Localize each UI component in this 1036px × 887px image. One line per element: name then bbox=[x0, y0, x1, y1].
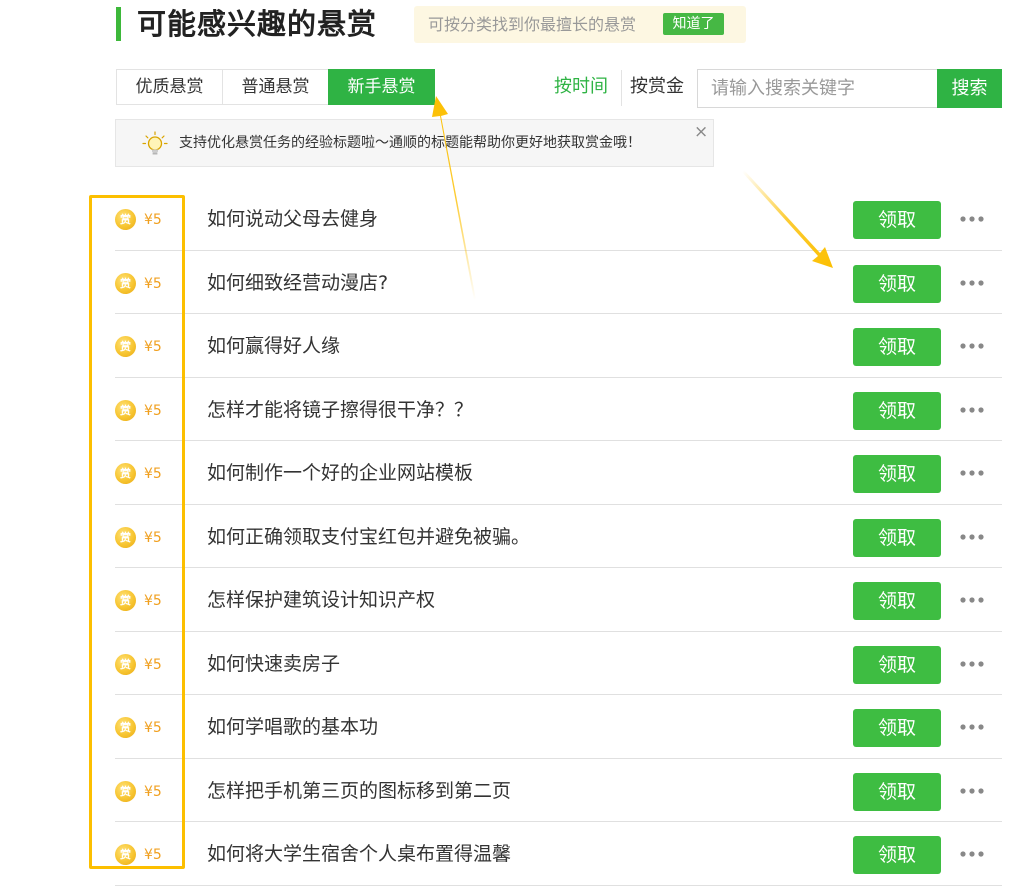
claim-button[interactable]: 领取 bbox=[853, 836, 941, 874]
coin-icon: 赏 bbox=[115, 463, 136, 484]
more-icon[interactable] bbox=[958, 273, 986, 293]
claim-button[interactable]: 领取 bbox=[853, 582, 941, 620]
search-button[interactable]: 搜索 bbox=[937, 69, 1002, 108]
tab-quality-bounty[interactable]: 优质悬赏 bbox=[116, 69, 223, 105]
hint-banner: 可按分类找到你最擅长的悬赏 知道了 bbox=[414, 6, 746, 43]
list-item: 赏 ¥5 如何学唱歌的基本功 领取 bbox=[115, 695, 1002, 759]
bounty-amount: ¥5 bbox=[144, 402, 162, 419]
lightbulb-icon bbox=[142, 131, 168, 155]
coin-icon: 赏 bbox=[115, 526, 136, 548]
bounty-amount: ¥5 bbox=[144, 720, 162, 736]
hint-text: 可按分类找到你最擅长的悬赏 bbox=[428, 15, 637, 34]
bounty-title[interactable]: 如何说动父母去健身 bbox=[207, 206, 378, 232]
coin-icon: 赏 bbox=[115, 780, 136, 802]
list-item: 赏 ¥5 怎样才能将镜子擦得很干净？？ 领取 bbox=[115, 378, 1002, 441]
claim-button[interactable]: 领取 bbox=[853, 264, 941, 303]
bounty-title[interactable]: 如何赢得好人缘 bbox=[207, 333, 340, 359]
more-icon[interactable] bbox=[958, 209, 986, 229]
claim-button[interactable]: 领取 bbox=[853, 518, 941, 557]
more-icon[interactable] bbox=[958, 527, 986, 547]
bounty-title[interactable]: 怎样保护建筑设计知识产权 bbox=[207, 587, 435, 613]
bounty-title[interactable]: 如何细致经营动漫店? bbox=[207, 270, 388, 296]
notice-banner: 支持优化悬赏任务的经验标题啦～通顺的标题能帮助你更好地获取赏金哦！ × bbox=[115, 119, 714, 167]
coin-icon: 赏 bbox=[115, 653, 136, 675]
bounty-title[interactable]: 如何制作一个好的企业网站模板 bbox=[207, 460, 473, 486]
list-item: 赏 ¥5 怎样保护建筑设计知识产权 领取 bbox=[115, 568, 1002, 632]
bounty-amount: ¥5 bbox=[144, 212, 162, 228]
bounty-amount: ¥5 bbox=[144, 466, 162, 482]
more-icon[interactable] bbox=[958, 781, 986, 801]
got-it-button[interactable]: 知道了 bbox=[663, 13, 724, 35]
search-input[interactable] bbox=[697, 69, 938, 108]
list-item: 赏 ¥5 如何制作一个好的企业网站模板 领取 bbox=[115, 441, 1002, 505]
claim-button[interactable]: 领取 bbox=[853, 201, 941, 239]
sort-by-time[interactable]: 按时间 bbox=[554, 75, 608, 99]
list-item: 赏 ¥5 如何将大学生宿舍个人桌布置得温馨 领取 bbox=[115, 822, 1002, 886]
claim-button[interactable]: 领取 bbox=[853, 391, 941, 430]
tab-newbie-bounty[interactable]: 新手悬赏 bbox=[328, 69, 435, 105]
list-item: 赏 ¥5 如何快速卖房子 领取 bbox=[115, 632, 1002, 695]
bounty-list: 赏 ¥5 如何说动父母去健身 领取 赏 ¥5 如何细致经营动漫店? 领取 赏 ¥… bbox=[115, 187, 1002, 886]
page-title: 可能感兴趣的悬赏 bbox=[137, 7, 378, 41]
more-icon[interactable] bbox=[958, 844, 986, 864]
more-icon[interactable] bbox=[958, 400, 986, 420]
coin-icon: 赏 bbox=[115, 209, 136, 230]
coin-icon: 赏 bbox=[115, 336, 136, 357]
bounty-amount: ¥5 bbox=[144, 847, 162, 863]
more-icon[interactable] bbox=[958, 463, 986, 483]
close-icon[interactable]: × bbox=[694, 122, 708, 142]
coin-icon: 赏 bbox=[115, 272, 136, 294]
coin-icon: 赏 bbox=[115, 844, 136, 865]
more-icon[interactable] bbox=[958, 717, 986, 737]
bounty-tabs: 优质悬赏 普通悬赏 新手悬赏 bbox=[116, 69, 435, 105]
list-item: 赏 ¥5 如何说动父母去健身 领取 bbox=[115, 187, 1002, 251]
claim-button[interactable]: 领取 bbox=[853, 772, 941, 811]
claim-button[interactable]: 领取 bbox=[853, 328, 941, 366]
more-icon[interactable] bbox=[958, 590, 986, 610]
bounty-title[interactable]: 怎样才能将镜子擦得很干净？？ bbox=[207, 397, 473, 423]
list-item: 赏 ¥5 如何细致经营动漫店? 领取 bbox=[115, 251, 1002, 314]
bounty-title[interactable]: 如何正确领取支付宝红包并避免被骗。 bbox=[207, 524, 530, 550]
bounty-amount: ¥5 bbox=[144, 783, 162, 800]
notice-text: 支持优化悬赏任务的经验标题啦～通顺的标题能帮助你更好地获取赏金哦！ bbox=[179, 135, 641, 151]
bounty-title[interactable]: 如何快速卖房子 bbox=[207, 651, 340, 677]
more-icon[interactable] bbox=[958, 654, 986, 674]
list-item: 赏 ¥5 如何正确领取支付宝红包并避免被骗。 领取 bbox=[115, 505, 1002, 568]
more-icon[interactable] bbox=[958, 336, 986, 356]
bounty-title[interactable]: 如何将大学生宿舍个人桌布置得温馨 bbox=[207, 841, 511, 867]
tab-normal-bounty[interactable]: 普通悬赏 bbox=[222, 69, 329, 105]
title-accent-bar bbox=[116, 7, 121, 41]
sort-by-bounty[interactable]: 按赏金 bbox=[630, 75, 684, 99]
list-item: 赏 ¥5 如何赢得好人缘 领取 bbox=[115, 314, 1002, 378]
sort-divider bbox=[621, 70, 622, 106]
claim-button[interactable]: 领取 bbox=[853, 455, 941, 493]
bounty-title[interactable]: 如何学唱歌的基本功 bbox=[207, 714, 378, 740]
bounty-amount: ¥5 bbox=[144, 339, 162, 355]
coin-icon: 赏 bbox=[115, 717, 136, 738]
claim-button[interactable]: 领取 bbox=[853, 709, 941, 747]
list-item: 赏 ¥5 怎样把手机第三页的图标移到第二页 领取 bbox=[115, 759, 1002, 822]
bounty-amount: ¥5 bbox=[144, 275, 162, 292]
bounty-amount: ¥5 bbox=[144, 593, 162, 609]
bounty-amount: ¥5 bbox=[144, 529, 162, 546]
coin-icon: 赏 bbox=[115, 399, 136, 421]
bounty-amount: ¥5 bbox=[144, 656, 162, 673]
coin-icon: 赏 bbox=[115, 590, 136, 611]
bounty-title[interactable]: 怎样把手机第三页的图标移到第二页 bbox=[207, 778, 511, 804]
claim-button[interactable]: 领取 bbox=[853, 645, 941, 684]
